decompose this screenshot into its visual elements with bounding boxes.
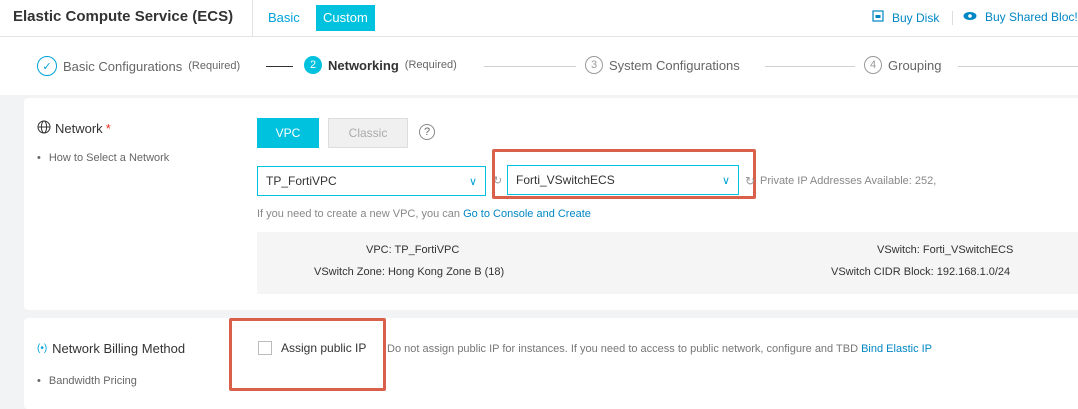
step-required: (Required): [404, 59, 457, 71]
globe-icon: [37, 120, 51, 137]
vpc-select-value: TP_FortiVPC: [266, 174, 337, 188]
step-number: 2: [304, 56, 322, 74]
disk-icon: [872, 10, 884, 25]
billing-title: (•) Network Billing Method: [37, 341, 185, 356]
info-value: 192.168.1.0/24: [936, 266, 1011, 278]
billing-card: [24, 318, 1078, 409]
checkbox[interactable]: [258, 341, 272, 355]
billing-title-text: Network Billing Method: [52, 341, 186, 356]
console-create-link[interactable]: Go to Console and Create: [463, 208, 591, 220]
network-help-item[interactable]: • How to Select a Network: [37, 152, 169, 164]
chevron-down-icon: ∨: [468, 175, 477, 188]
buy-shared-label: Buy Shared Bloc!: [985, 10, 1078, 24]
step-networking[interactable]: 2 Networking (Required): [304, 56, 457, 74]
step-label: Basic Configurations: [63, 58, 183, 74]
header-divider: [252, 0, 253, 36]
vswitch-select[interactable]: Forti_VSwitchECS ∨: [507, 165, 739, 195]
info-vpc: VPC: TP_FortiVPC: [366, 244, 459, 256]
eye-icon: [963, 10, 977, 24]
info-label: VSwitch CIDR Block:: [831, 266, 934, 278]
info-label: VSwitch Zone:: [314, 266, 385, 278]
assign-public-ip[interactable]: Assign public IP: [258, 341, 366, 355]
header-link-divider: [952, 11, 953, 25]
signal-icon: (•): [37, 343, 48, 354]
page-title: Elastic Compute Service (ECS): [13, 8, 234, 25]
step-system[interactable]: 3 System Configurations: [585, 56, 740, 74]
step-connector: [484, 66, 576, 67]
step-grouping[interactable]: 4 Grouping: [864, 56, 941, 74]
billing-help-item[interactable]: • Bandwidth Pricing: [37, 375, 137, 387]
step-required: (Required): [188, 60, 241, 72]
step-connector: [958, 66, 1078, 67]
tab-custom[interactable]: Custom: [316, 5, 375, 31]
private-ip-info: Private IP Addresses Available: 252,: [760, 175, 937, 187]
vswitch-select-value: Forti_VSwitchECS: [516, 173, 615, 187]
check-circle-icon: ✓: [37, 56, 57, 76]
network-title: Network *: [37, 120, 111, 137]
public-ip-hint-text: Do not assign public IP for instances. I…: [387, 343, 859, 355]
info-label: VSwitch:: [877, 244, 920, 256]
assign-public-ip-label: Assign public IP: [281, 341, 367, 355]
step-label: Networking: [328, 57, 399, 73]
info-value: Forti_VSwitchECS: [922, 244, 1014, 256]
step-connector: [765, 66, 855, 67]
network-title-text: Network: [55, 121, 103, 136]
buy-disk-label: Buy Disk: [892, 10, 940, 25]
public-ip-hint: Do not assign public IP for instances. I…: [387, 343, 932, 355]
step-number: 4: [864, 56, 882, 74]
help-icon[interactable]: ?: [419, 124, 435, 140]
chevron-down-icon: ∨: [721, 174, 730, 187]
vpc-button[interactable]: VPC: [257, 118, 319, 148]
step-number: 3: [585, 56, 603, 74]
info-label: VPC:: [366, 244, 392, 256]
bind-eip-link[interactable]: Bind Elastic IP: [861, 343, 932, 355]
info-vswitch: VSwitch: Forti_VSwitchECS: [877, 244, 1013, 256]
step-basic[interactable]: ✓ Basic Configurations (Required): [37, 56, 240, 76]
buy-disk-link[interactable]: Buy Disk: [872, 10, 939, 25]
create-vpc-hint: If you need to create a new VPC, you can…: [257, 208, 591, 220]
step-connector: [266, 66, 293, 67]
info-zone: VSwitch Zone: Hong Kong Zone B (18): [314, 266, 504, 278]
network-help-text: How to Select a Network: [48, 152, 170, 164]
bullet: •: [37, 375, 41, 387]
bullet: •: [37, 152, 41, 164]
refresh-icon[interactable]: ↻: [745, 174, 755, 188]
step-label: Grouping: [888, 57, 942, 73]
tab-basic[interactable]: Basic: [263, 6, 305, 30]
network-info-panel: VPC: TP_FortiVPC VSwitch Zone: Hong Kong…: [257, 232, 1078, 294]
create-vpc-hint-text: If you need to create a new VPC, you can: [257, 208, 461, 220]
info-value: Hong Kong Zone B (18): [387, 266, 505, 278]
buy-shared-link[interactable]: Buy Shared Bloc!: [963, 10, 1078, 24]
classic-button[interactable]: Classic: [328, 118, 408, 148]
info-value: TP_FortiVPC: [394, 244, 460, 256]
step-label: System Configurations: [609, 57, 740, 73]
required-star: *: [105, 121, 111, 136]
billing-help-text: Bandwidth Pricing: [48, 375, 137, 387]
info-cidr: VSwitch CIDR Block: 192.168.1.0/24: [831, 266, 1010, 278]
vpc-select[interactable]: TP_FortiVPC ∨: [257, 166, 486, 196]
